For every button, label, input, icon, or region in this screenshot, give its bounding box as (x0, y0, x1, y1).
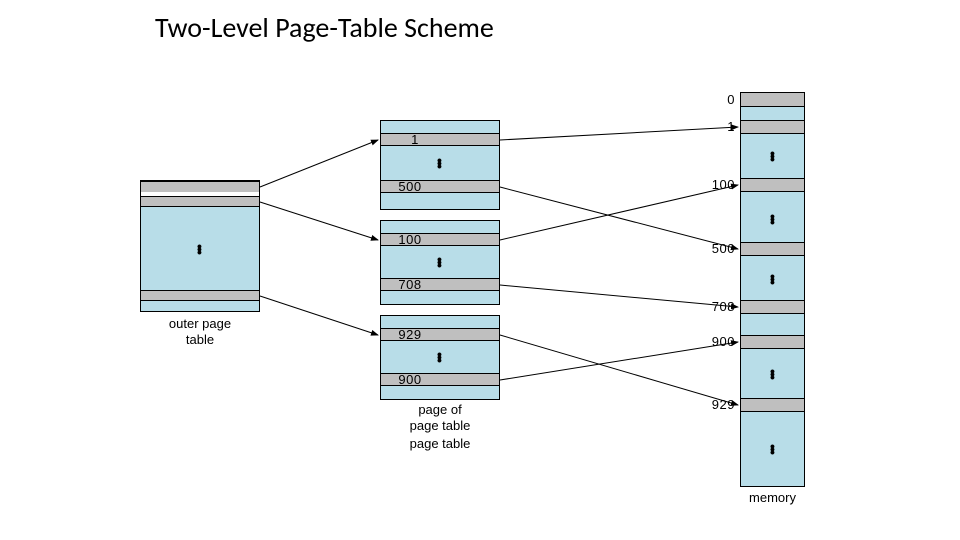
entry-label: 500 (385, 179, 435, 194)
page-table-caption: page table (390, 436, 490, 452)
vertical-dots-icon: ••• (770, 275, 775, 284)
memory-label: 1 (685, 119, 735, 134)
vertical-dots-icon: ••• (437, 353, 442, 362)
memory-label: 0 (685, 92, 735, 107)
table-row (740, 93, 805, 107)
table-row (740, 242, 805, 256)
table-row (740, 120, 805, 134)
table-row (740, 398, 805, 412)
memory-label: 929 (685, 397, 735, 412)
table-row (740, 335, 805, 349)
memory-label: 500 (685, 241, 735, 256)
vertical-dots-icon: ••• (197, 245, 202, 254)
table-row (740, 300, 805, 314)
entry-label: 1 (395, 132, 435, 147)
entry-label: 100 (385, 232, 435, 247)
table-row (140, 181, 260, 192)
memory-caption: memory (735, 490, 810, 506)
entry-label: 929 (385, 327, 435, 342)
diagram-canvas: ••• outer page table ••• 1 500 ••• 100 7… (0, 0, 960, 540)
memory-label: 708 (685, 299, 735, 314)
vertical-dots-icon: ••• (770, 445, 775, 454)
table-row (140, 196, 260, 207)
table-row (140, 290, 260, 301)
vertical-dots-icon: ••• (437, 159, 442, 168)
vertical-dots-icon: ••• (770, 215, 775, 224)
vertical-dots-icon: ••• (770, 370, 775, 379)
entry-label: 900 (385, 372, 435, 387)
outer-page-table-caption: outer page table (150, 316, 250, 347)
vertical-dots-icon: ••• (437, 258, 442, 267)
memory-label: 100 (685, 177, 735, 192)
entry-label: 708 (385, 277, 435, 292)
table-row (740, 178, 805, 192)
page-of-page-table-caption: page of page table (390, 402, 490, 433)
memory-label: 900 (685, 334, 735, 349)
vertical-dots-icon: ••• (770, 152, 775, 161)
